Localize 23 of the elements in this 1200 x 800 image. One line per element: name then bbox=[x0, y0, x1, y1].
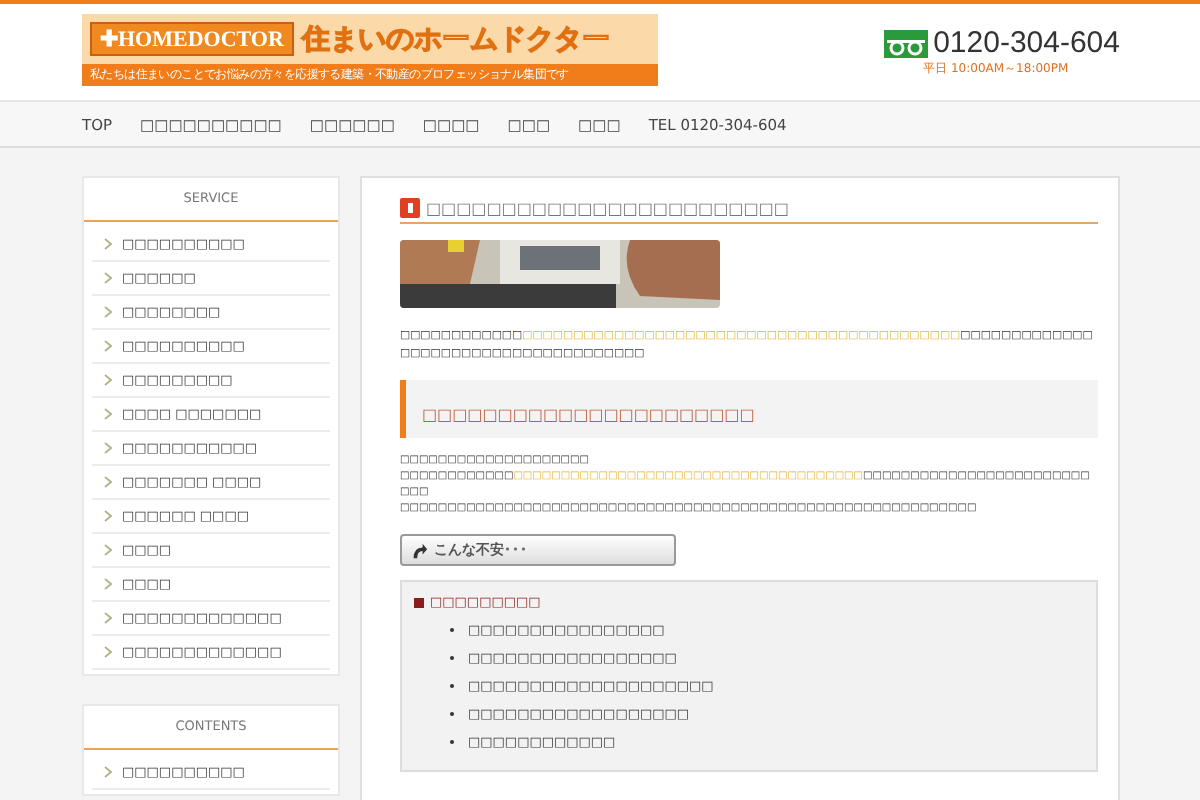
curved-arrow-icon bbox=[410, 541, 428, 559]
chevron-icon bbox=[104, 476, 112, 488]
chevron-icon bbox=[104, 408, 112, 420]
chevron-icon bbox=[104, 306, 112, 318]
heading-icon bbox=[400, 198, 420, 218]
page-heading: □□□□□□□□□□□□□□□□□□□□□□□□ bbox=[426, 199, 789, 217]
chevron-icon bbox=[104, 272, 112, 284]
chevron-icon bbox=[104, 544, 112, 556]
chevron-icon bbox=[104, 238, 112, 250]
chevron-icon bbox=[104, 612, 112, 624]
free-dial-icon bbox=[883, 29, 928, 57]
chevron-icon bbox=[104, 766, 112, 778]
chevron-icon bbox=[104, 340, 112, 352]
logo-title: 住まいのホームドクター bbox=[301, 21, 610, 57]
logo-badge: ✚HOMEDOCTOR bbox=[90, 22, 294, 56]
chevron-icon bbox=[104, 374, 112, 386]
chevron-icon bbox=[104, 578, 112, 590]
chevron-icon bbox=[104, 510, 112, 522]
section-heading: □□□□□□□□□□□□□□□□□□□□□□ bbox=[422, 406, 755, 424]
square-bullet-icon bbox=[414, 597, 424, 607]
phone-number: 0120-304-604 bbox=[933, 26, 1120, 60]
chevron-icon bbox=[104, 646, 112, 658]
chevron-icon bbox=[104, 442, 112, 454]
